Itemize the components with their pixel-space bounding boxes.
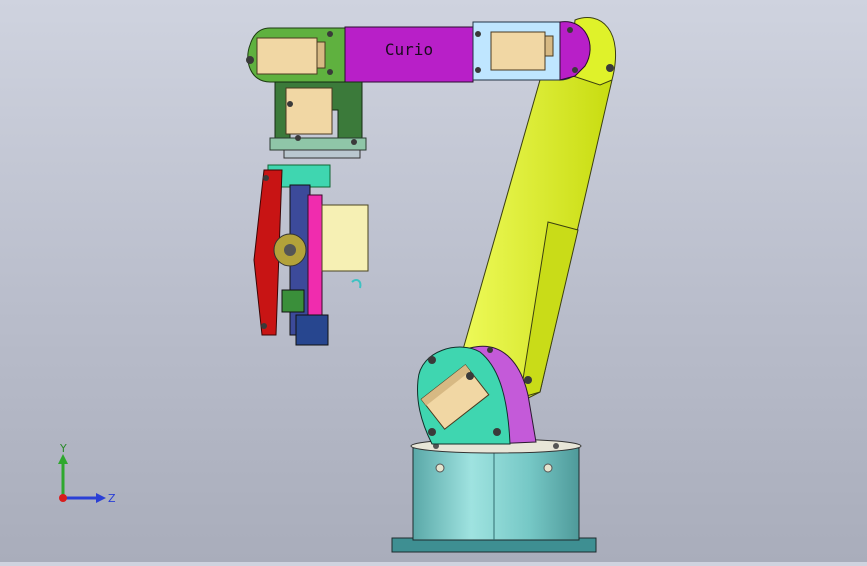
gripper-assembly [253, 164, 369, 346]
triad-z-arrow-icon [96, 493, 106, 503]
model-viewport[interactable]: Curio [0, 0, 867, 562]
coordinate-triad-icon: Y Z [58, 442, 116, 505]
forearm-link: Curio [246, 21, 591, 83]
triad-z-label: Z [108, 492, 116, 505]
triad-y-arrow-icon [58, 454, 68, 464]
triad-y-label: Y [59, 442, 67, 455]
base-assembly [391, 438, 597, 553]
wrist-assembly [269, 81, 367, 159]
triad-x-origin-icon [59, 494, 67, 502]
arm-label: Curio [385, 40, 433, 59]
robot-arm-model[interactable]: Curio [0, 0, 867, 562]
